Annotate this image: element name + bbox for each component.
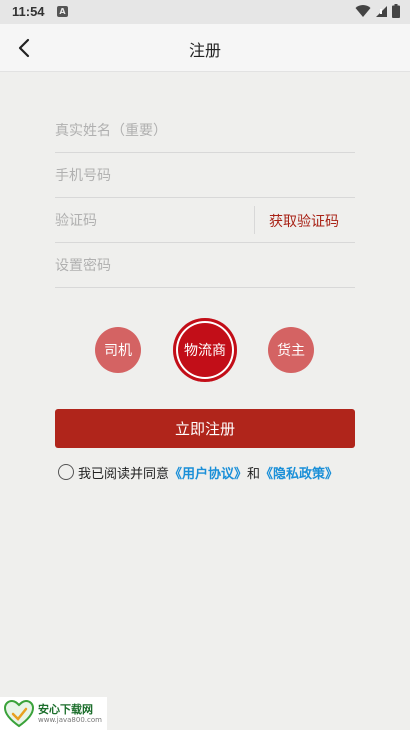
register-form: 获取验证码 [55, 108, 355, 288]
verification-code-input[interactable] [55, 198, 245, 242]
password-field-row [55, 243, 355, 288]
battery-icon [392, 4, 400, 18]
name-field-row [55, 108, 355, 153]
signal-icon [376, 5, 387, 17]
divider [254, 206, 255, 234]
watermark-brand: 安心下载网 [38, 702, 93, 716]
role-driver-button[interactable]: 司机 [95, 327, 141, 373]
privacy-policy-link[interactable]: 《隐私政策》 [260, 463, 338, 482]
role-shipper-button[interactable]: 货主 [268, 327, 314, 373]
password-input[interactable] [55, 243, 355, 287]
name-input[interactable] [55, 108, 355, 152]
page-title: 注册 [188, 41, 221, 60]
user-agreement-link[interactable]: 《用户协议》 [169, 463, 247, 482]
code-field-row: 获取验证码 [55, 198, 355, 243]
phone-field-row [55, 153, 355, 198]
app-header: 注册 [0, 24, 410, 72]
phone-input[interactable] [55, 153, 355, 197]
status-icons [355, 4, 400, 18]
agreement-prefix: 我已阅读并同意 [78, 466, 170, 482]
watermark-url: www.java800.com [38, 715, 102, 724]
status-time: 11:54 [12, 4, 45, 19]
role-logistics-button[interactable]: 物流商 [173, 318, 237, 382]
watermark-text: 安心下载网 www.java800.com [38, 704, 102, 724]
role-selector: 司机 物流商 货主 [0, 318, 410, 382]
get-code-button[interactable]: 获取验证码 [269, 211, 339, 231]
agreement-conjunction: 和 [247, 466, 261, 482]
agreement-row: 我已阅读并同意 《用户协议》 和 《隐私政策》 [58, 462, 338, 482]
notification-icon: A [57, 6, 68, 17]
watermark-logo: 安心下载网 www.java800.com [0, 697, 107, 730]
heart-logo-icon [4, 699, 34, 727]
agree-radio[interactable] [58, 464, 74, 480]
register-button[interactable]: 立即注册 [55, 409, 355, 448]
status-bar: 11:54 A [0, 0, 410, 24]
wifi-icon [355, 5, 371, 18]
